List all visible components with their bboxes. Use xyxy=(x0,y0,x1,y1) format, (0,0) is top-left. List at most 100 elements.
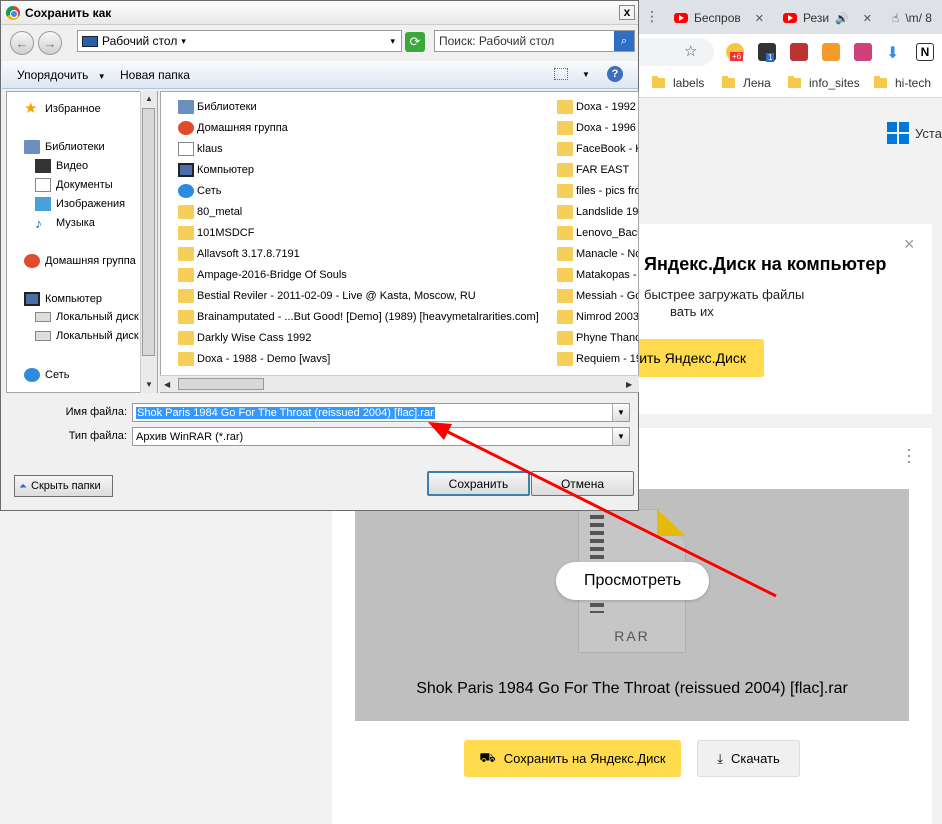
chevron-down-icon[interactable]: ▼ xyxy=(612,404,629,421)
install-label[interactable]: Уста xyxy=(915,126,942,141)
organize-menu[interactable]: Упорядочить ▼ xyxy=(17,68,106,82)
nav-scrollbar-thumb[interactable] xyxy=(142,108,155,356)
file-item[interactable]: Allavsoft 3.17.8.7191 xyxy=(178,247,550,261)
nav-item-drive[interactable]: Локальный диск xyxy=(35,311,139,323)
file-type-label: RAR xyxy=(614,628,650,644)
file-item[interactable]: Сеть xyxy=(178,184,550,198)
file-item[interactable]: Компьютер xyxy=(178,163,550,177)
file-item[interactable]: 101MSDCF xyxy=(178,226,550,240)
view-options-icon[interactable] xyxy=(554,68,568,80)
file-item[interactable]: Lenovo_Backl xyxy=(557,226,638,240)
file-item[interactable]: Landslide 198 xyxy=(557,205,638,219)
hide-folders-button[interactable]: ⏶ Скрыть папки xyxy=(14,475,113,497)
box-extension-icon[interactable]: 1 xyxy=(758,43,776,62)
chevron-down-icon[interactable]: ▾ xyxy=(390,36,395,47)
extension-n-icon[interactable]: N xyxy=(916,43,934,61)
chevron-down-icon: ▼ xyxy=(97,72,106,81)
path-field[interactable]: Рабочий стол ▾ ▾ xyxy=(77,30,402,52)
chevron-down-icon[interactable]: ▼ xyxy=(582,70,590,79)
file-list-scrollbar-thumb[interactable] xyxy=(178,378,264,390)
nav-item-network[interactable]: Сеть xyxy=(24,368,69,382)
save-button[interactable]: Сохранить xyxy=(427,471,530,496)
search-icon[interactable]: ⌕ xyxy=(614,31,634,51)
nav-item-drive[interactable]: Локальный диск xyxy=(35,330,139,342)
nav-item-images[interactable]: Изображения xyxy=(35,197,125,211)
nav-item-favorites[interactable]: ★ Избранное xyxy=(24,101,101,116)
file-item[interactable]: Requiem - 19 xyxy=(557,352,638,366)
file-item[interactable]: Doxa - 1988 - Demo [wavs] xyxy=(178,352,550,366)
folder-icon xyxy=(178,289,194,303)
nav-item-computer[interactable]: Компьютер xyxy=(24,292,102,306)
download-arrow-icon[interactable]: ⬇ xyxy=(886,43,904,62)
file-item[interactable]: Brainamputated - ...But Good! [Demo] (19… xyxy=(178,310,550,324)
filetype-select[interactable]: Архив WinRAR (*.rar) ▼ xyxy=(132,427,630,446)
refresh-icon[interactable]: ⟳ xyxy=(405,32,425,52)
cancel-button[interactable]: Отмена xyxy=(531,471,634,496)
file-item[interactable]: FAR EAST xyxy=(557,163,638,177)
file-item[interactable]: Doxa - 1992 - xyxy=(557,100,638,114)
scroll-left-icon[interactable]: ◀ xyxy=(164,380,170,389)
extension-icon[interactable] xyxy=(790,43,808,61)
tab-close-icon[interactable]: ✕ xyxy=(755,12,764,25)
file-item[interactable]: Darkly Wise Cass 1992 xyxy=(178,331,550,345)
extension-icon[interactable] xyxy=(854,43,872,61)
file-list-scrollbar[interactable]: ◀ ▶ xyxy=(160,375,639,392)
file-item[interactable]: 80_metal xyxy=(178,205,550,219)
help-icon[interactable]: ? xyxy=(607,66,623,82)
browser-tab[interactable]: Рези 🔊 ✕ xyxy=(783,6,872,30)
forward-icon[interactable]: → xyxy=(38,31,62,55)
bookmark-folder[interactable]: hi-tech xyxy=(874,76,931,90)
file-item[interactable]: Manacle - No xyxy=(557,247,638,261)
more-icon[interactable]: ⋮ xyxy=(645,8,659,25)
chevron-down-icon[interactable]: ▼ xyxy=(612,428,629,445)
back-icon[interactable]: ← xyxy=(10,31,34,55)
chevron-down-icon[interactable]: ▾ xyxy=(181,36,186,47)
folder-icon xyxy=(652,76,665,88)
scroll-up-icon[interactable]: ▲ xyxy=(145,94,153,103)
save-to-disk-button[interactable]: ⛟ Сохранить на Яндекс.Диск xyxy=(464,740,681,777)
scroll-right-icon[interactable]: ▶ xyxy=(626,380,632,389)
scroll-down-icon[interactable]: ▼ xyxy=(145,380,153,389)
close-icon[interactable]: x xyxy=(619,5,635,20)
browser-tab[interactable]: ☝ \m/ 8 xyxy=(892,6,932,30)
drive-icon xyxy=(35,312,51,322)
folder-icon xyxy=(557,247,573,261)
bookmark-folder[interactable]: info_sites xyxy=(788,76,860,90)
new-folder-button[interactable]: Новая папка xyxy=(120,68,190,82)
download-button[interactable]: ⤓ Скачать xyxy=(697,740,800,777)
bookmark-folder[interactable]: labels xyxy=(652,76,704,90)
nav-item-libraries[interactable]: Библиотеки xyxy=(24,140,105,154)
file-item[interactable]: Ampage-2016-Bridge Of Souls xyxy=(178,268,550,282)
star-icon[interactable]: ☆ xyxy=(684,42,697,60)
nav-item-video[interactable]: Видео xyxy=(35,159,88,173)
file-item[interactable]: klaus xyxy=(178,142,550,156)
file-item[interactable]: Matakopas - C xyxy=(557,268,638,282)
search-input[interactable]: Поиск: Рабочий стол ⌕ xyxy=(434,30,635,52)
file-item[interactable]: files - pics fro xyxy=(557,184,638,198)
filetype-label: Тип файла: xyxy=(68,430,127,442)
weather-extension-icon[interactable]: +6 xyxy=(726,43,744,61)
folder-icon xyxy=(557,121,573,135)
tab-close-icon[interactable]: ✕ xyxy=(863,12,872,25)
preview-button[interactable]: Просмотреть xyxy=(556,562,709,600)
file-item[interactable]: Bestial Reviler - 2011-02-09 - Live @ Ka… xyxy=(178,289,550,303)
file-item[interactable]: Nimrod 2003 - xyxy=(557,310,638,324)
filename-input[interactable]: Shok Paris 1984 Go For The Throat (reiss… xyxy=(132,403,630,422)
file-item[interactable]: Messiah - Goi xyxy=(557,289,638,303)
bookmark-folder[interactable]: Лена xyxy=(722,76,771,90)
file-item[interactable]: FaceBook - Kl xyxy=(557,142,638,156)
file-item[interactable]: Doxa - 1996 - xyxy=(557,121,638,135)
file-item[interactable]: Домашняя группа xyxy=(178,121,550,135)
more-options-icon[interactable]: · · · xyxy=(906,440,912,470)
folder-icon xyxy=(178,205,194,219)
nav-item-homegroup[interactable]: Домашняя группа xyxy=(24,254,136,268)
extension-icon[interactable] xyxy=(822,43,840,61)
network-icon xyxy=(24,368,40,382)
browser-tab[interactable]: Беспров ✕ xyxy=(674,6,764,30)
nav-item-documents[interactable]: Документы xyxy=(35,178,113,192)
file-item[interactable]: Библиотеки xyxy=(178,100,550,114)
close-icon[interactable]: × xyxy=(904,234,915,255)
folder-icon xyxy=(557,142,573,156)
file-item[interactable]: Phyne Thanq xyxy=(557,331,638,345)
nav-item-music[interactable]: ♪ Музыка xyxy=(35,216,95,230)
